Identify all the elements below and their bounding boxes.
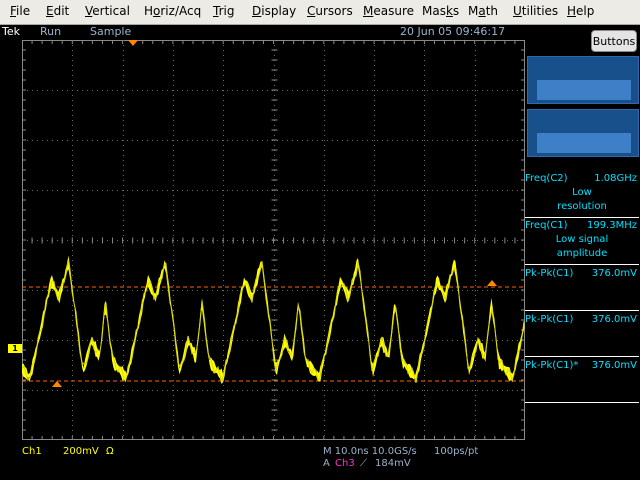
trigger-prefix: A bbox=[323, 458, 330, 469]
menu-measure[interactable]: Measure bbox=[363, 4, 414, 18]
coupling-ohm: Ω bbox=[106, 446, 114, 457]
cursor-marker-lower[interactable] bbox=[52, 381, 62, 387]
measurement-divider bbox=[525, 402, 639, 403]
trigger-position-marker[interactable] bbox=[128, 40, 138, 46]
channel-1-ground-marker[interactable]: 1 bbox=[8, 344, 22, 353]
measurement-pkpk-c1-1[interactable]: Pk-Pk(C1) 376.0mV bbox=[525, 268, 639, 282]
measurement-pkpk-c1-2[interactable]: Pk-Pk(C1) 376.0mV bbox=[525, 314, 639, 328]
menu-utilities[interactable]: Utilities bbox=[513, 4, 558, 18]
menu-masks[interactable]: Masks bbox=[422, 4, 459, 18]
measurement-freq-c1[interactable]: Freq(C1) 199.3MHz Low signal amplitude bbox=[525, 220, 639, 262]
menu-math[interactable]: Math bbox=[468, 4, 498, 18]
waveform-display[interactable] bbox=[22, 40, 525, 440]
timebase-readout[interactable]: M 10.0ns 10.0GS/s bbox=[323, 446, 417, 457]
control-window-upper-field[interactable] bbox=[537, 80, 631, 100]
menu-help[interactable]: Help bbox=[567, 4, 594, 18]
measurement-divider bbox=[525, 310, 639, 311]
cursor-marker-upper[interactable] bbox=[487, 280, 497, 286]
menu-edit[interactable]: Edit bbox=[46, 4, 69, 18]
menu-vertical[interactable]: Vertical bbox=[85, 4, 130, 18]
trigger-slope-icon: ⟋ bbox=[360, 458, 367, 469]
run-state: Run bbox=[40, 25, 62, 38]
acquisition-mode: Sample bbox=[90, 25, 132, 38]
date-time: 20 Jun 05 09:46:17 bbox=[400, 25, 506, 38]
control-window-lower[interactable] bbox=[527, 109, 639, 157]
trace-line bbox=[22, 259, 525, 384]
readout-bar: Ch1 200mV Ω M 10.0ns 10.0GS/s 100ps/pt A… bbox=[0, 441, 525, 480]
measurement-freq-c2[interactable]: Freq(C2) 1.08GHz Low resolution bbox=[525, 173, 639, 215]
menu-horiz-acq[interactable]: Horiz/Acq bbox=[144, 4, 201, 18]
control-window-upper[interactable] bbox=[527, 56, 639, 104]
brand-label: Tek bbox=[2, 25, 20, 38]
menu-bar: File Edit Vertical Horiz/Acq Trig Displa… bbox=[0, 0, 640, 25]
measurement-divider bbox=[525, 356, 639, 357]
buttons-button[interactable]: Buttons bbox=[591, 30, 637, 52]
volts-per-div[interactable]: 200mV bbox=[63, 446, 99, 457]
menu-file[interactable]: File bbox=[10, 4, 30, 18]
control-window-lower-field[interactable] bbox=[537, 133, 631, 153]
measurement-pkpk-c1-3[interactable]: Pk-Pk(C1)* 376.0mV bbox=[525, 360, 639, 374]
trigger-level[interactable]: 184mV bbox=[375, 458, 411, 469]
graticule bbox=[22, 40, 525, 440]
trigger-source[interactable]: Ch3 bbox=[335, 458, 355, 469]
status-bar: Tek Run Sample 20 Jun 05 09:46:17 bbox=[0, 25, 525, 38]
measurement-divider bbox=[525, 264, 639, 265]
channel-label[interactable]: Ch1 bbox=[22, 446, 42, 457]
measurement-divider bbox=[525, 217, 639, 218]
menu-trig[interactable]: Trig bbox=[213, 4, 234, 18]
menu-cursors[interactable]: Cursors bbox=[307, 4, 353, 18]
points-readout: 100ps/pt bbox=[434, 446, 479, 457]
menu-display[interactable]: Display bbox=[252, 4, 296, 18]
